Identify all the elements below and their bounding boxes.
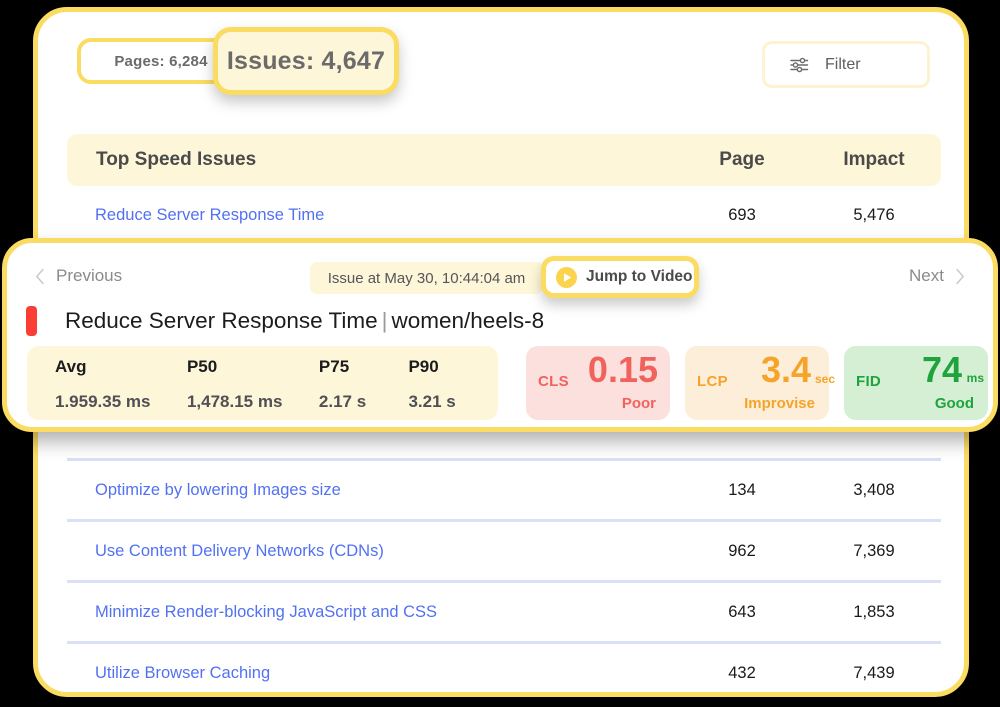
percentile-p90: P90 3.21 s [408,357,498,420]
issue-link[interactable]: Minimize Render-blocking JavaScript and … [95,603,437,621]
table-row[interactable]: Reduce Server Response Time 693 5,476 [67,186,941,244]
severity-marker-icon [26,306,37,336]
vital-lcp-state: Improvise [744,395,815,412]
table-row[interactable]: Minimize Render-blocking JavaScript and … [67,580,941,641]
issue-title-page: women/heels-8 [392,308,545,333]
issue-title-row: Reduce Server Response Time|women/heels-… [7,301,993,341]
percentile-p75-label: P75 [319,357,409,377]
next-label: Next [909,266,944,286]
issue-page-cell: 962 [677,542,807,561]
vital-cls-key: CLS [538,373,569,390]
chevron-right-icon [955,268,965,285]
metrics-row: Avg 1.959.35 ms P50 1,478.15 ms P75 2.17… [7,346,993,424]
percentile-p50-value: 1,478.15 ms [187,392,319,412]
issue-name-cell: Minimize Render-blocking JavaScript and … [67,603,677,622]
previous-button[interactable]: Previous [35,253,122,299]
previous-label: Previous [56,266,122,286]
vital-fid-unit: ms [967,372,984,384]
issue-page-cell: 134 [677,481,807,500]
vital-lcp-unit: sec [815,373,835,385]
percentile-avg-value: 1.959.35 ms [55,392,187,412]
vital-cls-value: 0.15 [588,352,658,388]
percentile-avg-label: Avg [55,357,187,377]
issue-title-name: Reduce Server Response Time [65,308,378,333]
vital-lcp-number: 3.4 [761,349,811,390]
vital-card-fid: FID 74ms Good [844,346,988,420]
issue-name-cell: Optimize by lowering Images size [67,481,677,500]
issue-impact-cell: 7,439 [807,664,941,683]
issue-name-cell: Use Content Delivery Networks (CDNs) [67,542,677,561]
issue-impact-cell: 7,369 [807,542,941,561]
issue-link[interactable]: Reduce Server Response Time [95,206,324,224]
issue-detail-panel: Previous Next Issue at May 30, 10:44:04 … [2,238,998,432]
table-rows-upper: Reduce Server Response Time 693 5,476 [67,186,941,244]
percentile-p90-value: 3.21 s [408,392,498,412]
next-button[interactable]: Next [909,253,965,299]
filter-label: Filter [825,56,861,74]
vital-lcp-key: LCP [697,373,728,390]
percentile-card: Avg 1.959.35 ms P50 1,478.15 ms P75 2.17… [27,346,498,420]
issue-timestamp-badge: Issue at May 30, 10:44:04 am [310,262,543,294]
percentile-p50: P50 1,478.15 ms [187,357,319,420]
percentile-p50-label: P50 [187,357,319,377]
percentile-p90-label: P90 [408,357,498,377]
issue-link[interactable]: Utilize Browser Caching [95,664,270,682]
issue-name-cell: Utilize Browser Caching [67,664,677,683]
issue-page-cell: 693 [677,206,807,225]
issue-link[interactable]: Optimize by lowering Images size [95,481,341,499]
percentile-p75: P75 2.17 s [319,357,409,420]
vital-fid-state: Good [935,395,974,412]
card-topbar: Pages: 6,284 Issues: 4,647 Fi [38,12,964,116]
pages-badge-label: Pages: 6,284 [114,53,207,70]
vital-fid-key: FID [856,373,881,390]
table-row[interactable]: Optimize by lowering Images size 134 3,4… [67,458,941,519]
issue-timestamp-label: Issue at May 30, 10:44:04 am [328,270,526,287]
issue-impact-cell: 1,853 [807,603,941,622]
vital-fid-value: 74ms [922,352,962,388]
detail-nav-row: Previous Next Issue at May 30, 10:44:04 … [7,253,993,299]
table-row[interactable]: Utilize Browser Caching 432 7,439 [67,641,941,702]
column-header-impact: Impact [807,149,941,171]
table-header-row: Top Speed Issues Page Impact [67,134,941,186]
filter-button[interactable]: Filter [762,41,930,88]
issue-impact-cell: 5,476 [807,206,941,225]
table-rows-lower: Optimize by lowering Images size 134 3,4… [67,458,941,702]
vital-fid-number: 74 [922,349,962,390]
vital-card-lcp: LCP 3.4sec Improvise [685,346,829,420]
sliders-icon [790,57,809,73]
play-circle-icon [556,267,577,288]
jump-to-video-label: Jump to Video [586,268,693,286]
issue-page-cell: 432 [677,664,807,683]
table-row[interactable]: Use Content Delivery Networks (CDNs) 962… [67,519,941,580]
vital-card-cls: CLS 0.15 Poor [526,346,670,420]
issues-badge-label: Issues: 4,647 [227,47,385,76]
column-header-name: Top Speed Issues [67,149,677,171]
vital-cls-state: Poor [622,395,656,412]
issue-impact-cell: 3,408 [807,481,941,500]
issue-link[interactable]: Use Content Delivery Networks (CDNs) [95,542,384,560]
percentile-avg: Avg 1.959.35 ms [55,357,187,420]
issue-name-cell: Reduce Server Response Time [67,206,677,225]
screenshot-stage: Pages: 6,284 Issues: 4,647 Fi [0,0,1000,707]
percentile-p75-value: 2.17 s [319,392,409,412]
jump-to-video-button[interactable]: Jump to Video [541,256,699,298]
column-header-page: Page [677,149,807,171]
vital-lcp-value: 3.4sec [761,352,811,388]
issue-title-separator: | [378,308,392,333]
issue-title: Reduce Server Response Time|women/heels-… [65,308,544,334]
chevron-left-icon [35,268,45,285]
issues-badge[interactable]: Issues: 4,647 [213,27,399,95]
issue-page-cell: 643 [677,603,807,622]
